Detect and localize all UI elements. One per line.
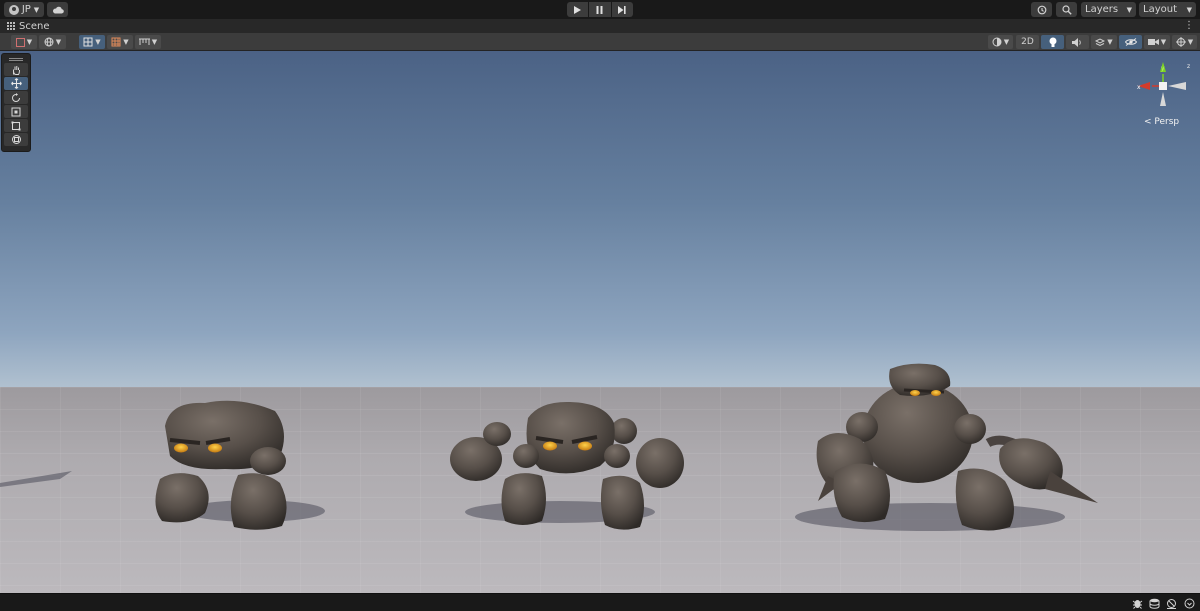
chevron-down-icon: ▼ — [1186, 5, 1192, 14]
layout-dropdown[interactable]: Layout ▼ — [1139, 2, 1196, 17]
status-bar — [0, 593, 1200, 611]
toggle-2d-label: 2D — [1021, 37, 1034, 47]
chevron-down-icon: ▼ — [1107, 38, 1113, 46]
effects-dropdown[interactable]: ▼ — [1091, 35, 1117, 49]
rotate-tool-button[interactable] — [4, 91, 28, 104]
layers-icon — [1095, 38, 1106, 47]
speaker-icon — [1072, 37, 1081, 47]
undo-history-button[interactable] — [1031, 2, 1052, 17]
step-icon — [618, 5, 626, 14]
chevron-down-icon: ▼ — [123, 38, 129, 46]
notifications-icon[interactable] — [1183, 597, 1196, 609]
visibility-icon — [1124, 38, 1137, 46]
grid-snap-icon — [83, 37, 93, 47]
cloud-icon — [52, 6, 64, 14]
tab-bar: Scene ⋮ — [0, 19, 1200, 33]
increment-snapping-dropdown[interactable]: ▼ — [135, 35, 161, 49]
projection-toggle[interactable]: < Persp — [1144, 117, 1179, 127]
pause-button[interactable] — [589, 2, 611, 17]
chevron-down-icon: ▼ — [1126, 5, 1132, 14]
grid-icon — [111, 37, 121, 47]
audio-toggle[interactable] — [1066, 35, 1089, 49]
layers-dropdown[interactable]: Layers ▼ — [1081, 2, 1136, 17]
tool-palette — [1, 53, 31, 152]
play-button[interactable] — [567, 2, 589, 17]
drag-handle-icon[interactable] — [4, 57, 28, 62]
search-icon — [1061, 4, 1072, 15]
draw-mode-dropdown[interactable]: ▼ — [11, 35, 37, 49]
account-icon — [8, 4, 19, 15]
scene-objects — [0, 363, 1098, 531]
x-axis-label: x — [1137, 84, 1141, 91]
shading-mode-dropdown[interactable]: ▼ — [988, 35, 1013, 49]
grid-snapping-dropdown[interactable]: ▼ — [79, 35, 105, 49]
cloud-button[interactable] — [47, 2, 68, 17]
move-icon — [10, 78, 22, 89]
ruler-icon — [138, 38, 150, 45]
lighting-toggle[interactable] — [1041, 35, 1064, 49]
account-dropdown[interactable]: JP ▼ — [4, 2, 44, 17]
rock-golem-large[interactable] — [816, 363, 1098, 531]
chevron-down-icon: ▼ — [95, 38, 101, 46]
history-icon — [1037, 5, 1046, 14]
layers-label: Layers — [1085, 4, 1119, 15]
search-button[interactable] — [1056, 2, 1077, 17]
move-tool-button[interactable] — [4, 77, 28, 90]
rotate-icon — [12, 92, 20, 102]
rect-tool-button[interactable] — [4, 119, 28, 132]
chevron-down-icon: ▼ — [1187, 38, 1194, 46]
step-button[interactable] — [611, 2, 633, 17]
playmode-controls — [567, 2, 633, 17]
camera-settings-dropdown[interactable]: ▼ — [1144, 35, 1170, 49]
grid-visibility-dropdown[interactable]: ▼ — [107, 35, 133, 49]
scene-viewport[interactable] — [0, 51, 1200, 593]
scene-toolbar: ▼ ▼ ▼ ▼ ▼ ▼ 2D ▼ ▼ ▼ — [0, 33, 1200, 51]
hand-icon — [13, 65, 20, 75]
layout-label: Layout — [1143, 4, 1177, 15]
global-local-dropdown[interactable]: ▼ — [39, 35, 66, 49]
camera-icon — [1147, 39, 1159, 45]
shaded-icon — [15, 37, 25, 47]
scale-icon — [11, 107, 21, 116]
gizmos-dropdown[interactable]: ▼ — [1172, 35, 1197, 49]
chevron-down-icon: ▼ — [1003, 38, 1010, 46]
globe-icon — [44, 37, 54, 47]
z-axis-label: z — [1187, 63, 1190, 70]
chevron-down-icon: ▼ — [151, 38, 158, 46]
tab-scene[interactable]: Scene — [0, 21, 50, 32]
play-icon — [574, 5, 582, 14]
gizmo-icon — [1175, 37, 1186, 47]
scene-grid-icon — [7, 22, 15, 30]
shading-sphere-icon — [992, 37, 1002, 47]
lightbulb-icon — [1049, 37, 1056, 47]
chevron-down-icon: ▼ — [33, 5, 40, 14]
transform-icon — [11, 135, 21, 144]
rect-tool-icon — [11, 121, 21, 130]
debug-icon[interactable] — [1131, 597, 1144, 609]
chevron-down-icon: ▼ — [1160, 38, 1167, 46]
y-axis-label: y — [1161, 65, 1165, 72]
auto-generate-lighting-icon[interactable] — [1165, 597, 1178, 609]
cache-server-icon[interactable] — [1148, 597, 1161, 609]
chevron-down-icon: ▼ — [26, 38, 33, 46]
scale-tool-button[interactable] — [4, 105, 28, 118]
pause-icon — [596, 5, 603, 14]
chevron-down-icon: ▼ — [55, 38, 62, 46]
transform-tool-button[interactable] — [4, 133, 28, 146]
more-options-icon[interactable]: ⋮ — [1184, 20, 1194, 31]
toggle-2d-button[interactable]: 2D — [1016, 35, 1039, 49]
main-toolbar: JP ▼ Layers ▼ Layout ▼ — [0, 0, 1200, 19]
account-label: JP — [21, 4, 31, 15]
view-tool-button[interactable] — [4, 63, 28, 76]
tab-scene-label: Scene — [19, 20, 50, 32]
scene-visibility-toggle[interactable] — [1119, 35, 1142, 49]
